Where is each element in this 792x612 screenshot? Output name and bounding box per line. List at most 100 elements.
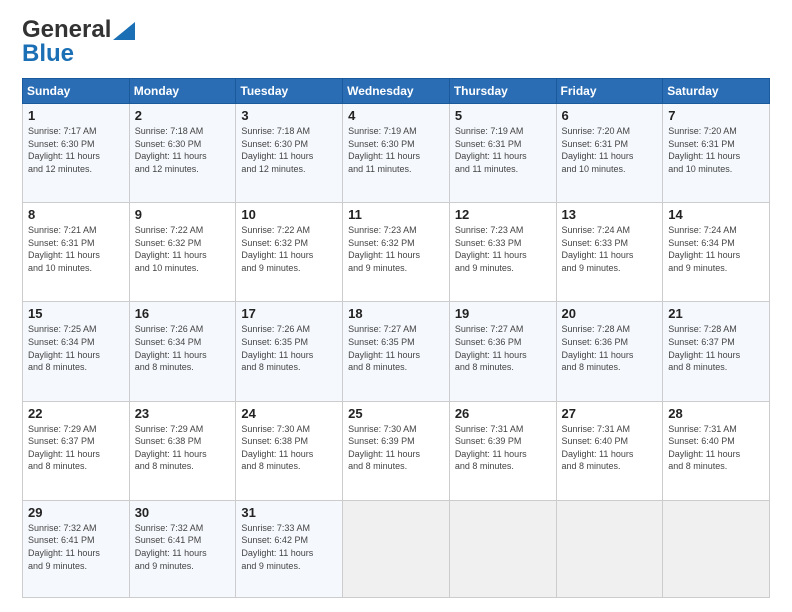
day-info: Sunrise: 7:28 AM Sunset: 6:36 PM Dayligh… [562, 323, 658, 373]
table-cell: 12Sunrise: 7:23 AM Sunset: 6:33 PM Dayli… [449, 203, 556, 302]
calendar-table: Sunday Monday Tuesday Wednesday Thursday… [22, 78, 770, 598]
table-cell: 14 Sunrise: 7:24 AM Sunset: 6:34 PM Dayli… [663, 203, 770, 302]
table-cell: 1 Sunrise: 7:17 AM Sunset: 6:30 PM Daylig… [23, 104, 130, 203]
table-cell [449, 500, 556, 597]
col-thursday: Thursday [449, 79, 556, 104]
table-cell: 27 Sunrise: 7:31 AM Sunset: 6:40 PM Dayli… [556, 401, 663, 500]
day-info: Sunrise: 7:27 AM Sunset: 6:35 PM Dayligh… [348, 323, 444, 373]
day-number: 27 [562, 406, 658, 421]
day-info: Sunrise: 7:26 AM Sunset: 6:35 PM Dayligh… [241, 323, 337, 373]
day-info: Sunrise: 7:25 AM Sunset: 6:34 PM Dayligh… [28, 323, 124, 373]
day-info: Sunrise: 7:29 AM Sunset: 6:37 PM Dayligh… [28, 423, 124, 473]
table-cell: 29 Sunrise: 7:32 AM Sunset: 6:41 PM Dayli… [23, 500, 130, 597]
day-info: Sunrise: 7:22 AM Sunset: 6:32 PM Dayligh… [135, 224, 231, 274]
day-info: Sunrise: 7:31 AM Sunset: 6:39 PM Dayligh… [455, 423, 551, 473]
day-number: 6 [562, 108, 658, 123]
day-info: Sunrise: 7:17 AM Sunset: 6:30 PM Dayligh… [28, 125, 124, 175]
day-number: 16 [135, 306, 231, 321]
table-cell: 15 Sunrise: 7:25 AM Sunset: 6:34 PM Dayli… [23, 302, 130, 401]
day-number: 17 [241, 306, 337, 321]
day-number: 20 [562, 306, 658, 321]
table-cell: 31Sunrise: 7:33 AM Sunset: 6:42 PM Dayli… [236, 500, 343, 597]
page: General Blue Sunday Monday Tuesday Wedne… [0, 0, 792, 612]
day-number: 19 [455, 306, 551, 321]
table-cell: 5Sunrise: 7:19 AM Sunset: 6:31 PM Daylig… [449, 104, 556, 203]
logo-general: General [22, 18, 111, 42]
table-cell: 8Sunrise: 7:21 AM Sunset: 6:31 PM Daylig… [23, 203, 130, 302]
logo-blue: Blue [22, 40, 74, 68]
table-cell: 4 Sunrise: 7:19 AM Sunset: 6:30 PM Daylig… [343, 104, 450, 203]
day-number: 22 [28, 406, 124, 421]
table-cell: 7 Sunrise: 7:20 AM Sunset: 6:31 PM Daylig… [663, 104, 770, 203]
day-info: Sunrise: 7:24 AM Sunset: 6:34 PM Dayligh… [668, 224, 764, 274]
header: General Blue [22, 18, 770, 68]
day-number: 11 [348, 207, 444, 222]
day-info: Sunrise: 7:30 AM Sunset: 6:38 PM Dayligh… [241, 423, 337, 473]
table-cell [663, 500, 770, 597]
day-info: Sunrise: 7:33 AM Sunset: 6:42 PM Dayligh… [241, 522, 337, 572]
day-info: Sunrise: 7:20 AM Sunset: 6:31 PM Dayligh… [562, 125, 658, 175]
day-number: 29 [28, 505, 124, 520]
day-info: Sunrise: 7:19 AM Sunset: 6:30 PM Dayligh… [348, 125, 444, 175]
table-cell: 28 Sunrise: 7:31 AM Sunset: 6:40 PM Dayli… [663, 401, 770, 500]
day-number: 1 [28, 108, 124, 123]
table-cell: 13Sunrise: 7:24 AM Sunset: 6:33 PM Dayli… [556, 203, 663, 302]
day-number: 7 [668, 108, 764, 123]
table-cell: 10 Sunrise: 7:22 AM Sunset: 6:32 PM Dayli… [236, 203, 343, 302]
day-info: Sunrise: 7:28 AM Sunset: 6:37 PM Dayligh… [668, 323, 764, 373]
day-info: Sunrise: 7:23 AM Sunset: 6:32 PM Dayligh… [348, 224, 444, 274]
day-number: 14 [668, 207, 764, 222]
day-number: 10 [241, 207, 337, 222]
day-number: 8 [28, 207, 124, 222]
day-info: Sunrise: 7:18 AM Sunset: 6:30 PM Dayligh… [135, 125, 231, 175]
calendar-header-row: Sunday Monday Tuesday Wednesday Thursday… [23, 79, 770, 104]
day-number: 18 [348, 306, 444, 321]
day-number: 21 [668, 306, 764, 321]
table-cell: 21 Sunrise: 7:28 AM Sunset: 6:37 PM Dayli… [663, 302, 770, 401]
day-number: 23 [135, 406, 231, 421]
table-cell [556, 500, 663, 597]
col-friday: Friday [556, 79, 663, 104]
day-number: 3 [241, 108, 337, 123]
day-number: 4 [348, 108, 444, 123]
day-info: Sunrise: 7:31 AM Sunset: 6:40 PM Dayligh… [562, 423, 658, 473]
day-number: 15 [28, 306, 124, 321]
table-cell: 3 Sunrise: 7:18 AM Sunset: 6:30 PM Daylig… [236, 104, 343, 203]
table-cell: 26 Sunrise: 7:31 AM Sunset: 6:39 PM Dayli… [449, 401, 556, 500]
col-sunday: Sunday [23, 79, 130, 104]
table-cell [343, 500, 450, 597]
table-cell: 11 Sunrise: 7:23 AM Sunset: 6:32 PM Dayli… [343, 203, 450, 302]
table-cell: 2 Sunrise: 7:18 AM Sunset: 6:30 PM Daylig… [129, 104, 236, 203]
day-info: Sunrise: 7:20 AM Sunset: 6:31 PM Dayligh… [668, 125, 764, 175]
day-number: 2 [135, 108, 231, 123]
day-info: Sunrise: 7:27 AM Sunset: 6:36 PM Dayligh… [455, 323, 551, 373]
day-number: 30 [135, 505, 231, 520]
table-cell: 23Sunrise: 7:29 AM Sunset: 6:38 PM Dayli… [129, 401, 236, 500]
day-number: 28 [668, 406, 764, 421]
day-number: 24 [241, 406, 337, 421]
table-cell: 22 Sunrise: 7:29 AM Sunset: 6:37 PM Dayli… [23, 401, 130, 500]
table-cell: 6 Sunrise: 7:20 AM Sunset: 6:31 PM Daylig… [556, 104, 663, 203]
day-info: Sunrise: 7:18 AM Sunset: 6:30 PM Dayligh… [241, 125, 337, 175]
day-number: 25 [348, 406, 444, 421]
table-cell: 24 Sunrise: 7:30 AM Sunset: 6:38 PM Dayli… [236, 401, 343, 500]
table-cell: 19 Sunrise: 7:27 AM Sunset: 6:36 PM Dayli… [449, 302, 556, 401]
table-cell: 17 Sunrise: 7:26 AM Sunset: 6:35 PM Dayli… [236, 302, 343, 401]
day-info: Sunrise: 7:22 AM Sunset: 6:32 PM Dayligh… [241, 224, 337, 274]
col-saturday: Saturday [663, 79, 770, 104]
day-info: Sunrise: 7:32 AM Sunset: 6:41 PM Dayligh… [28, 522, 124, 572]
day-info: Sunrise: 7:31 AM Sunset: 6:40 PM Dayligh… [668, 423, 764, 473]
day-info: Sunrise: 7:30 AM Sunset: 6:39 PM Dayligh… [348, 423, 444, 473]
day-number: 5 [455, 108, 551, 123]
table-cell: 20 Sunrise: 7:28 AM Sunset: 6:36 PM Dayli… [556, 302, 663, 401]
logo-arrow-icon [113, 22, 135, 40]
table-cell: 30Sunrise: 7:32 AM Sunset: 6:41 PM Dayli… [129, 500, 236, 597]
logo: General Blue [22, 18, 135, 68]
table-cell: 16Sunrise: 7:26 AM Sunset: 6:34 PM Dayli… [129, 302, 236, 401]
day-number: 26 [455, 406, 551, 421]
col-tuesday: Tuesday [236, 79, 343, 104]
table-cell: 18 Sunrise: 7:27 AM Sunset: 6:35 PM Dayli… [343, 302, 450, 401]
day-info: Sunrise: 7:24 AM Sunset: 6:33 PM Dayligh… [562, 224, 658, 274]
day-number: 12 [455, 207, 551, 222]
table-cell: 9Sunrise: 7:22 AM Sunset: 6:32 PM Daylig… [129, 203, 236, 302]
